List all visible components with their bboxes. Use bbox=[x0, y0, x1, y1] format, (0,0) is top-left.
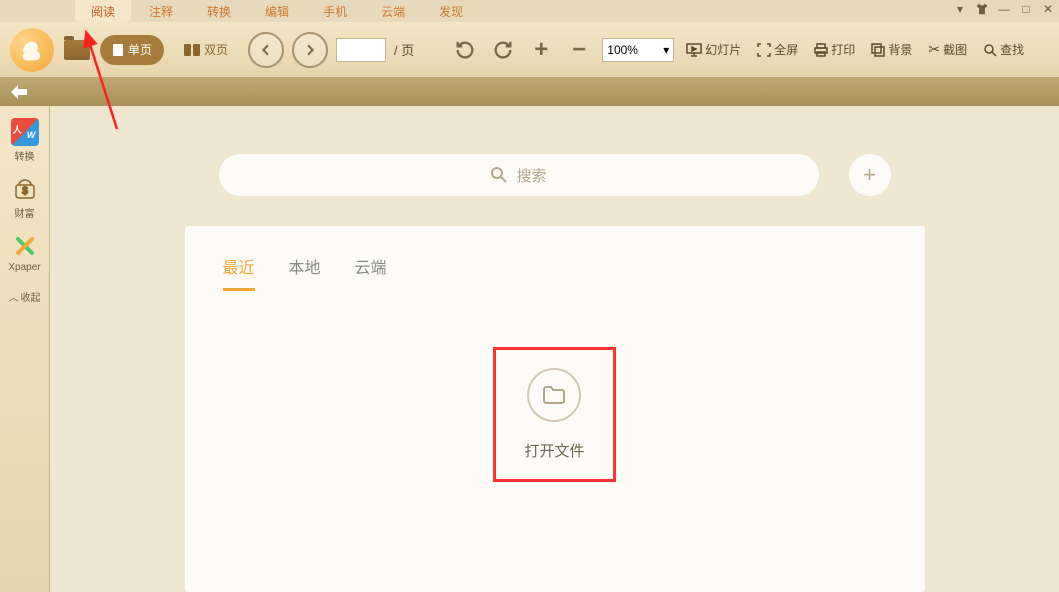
print-icon bbox=[814, 43, 828, 57]
find-label: 查找 bbox=[1000, 41, 1024, 58]
next-page-button[interactable] bbox=[292, 32, 328, 68]
find-button[interactable]: 查找 bbox=[979, 41, 1028, 58]
secondary-bar bbox=[0, 78, 1059, 106]
maximize-icon[interactable]: □ bbox=[1019, 2, 1033, 16]
zoom-in-button[interactable]: + bbox=[526, 35, 556, 65]
tab-edit[interactable]: 编辑 bbox=[249, 0, 305, 22]
search-icon bbox=[983, 43, 997, 57]
prev-page-button[interactable] bbox=[248, 32, 284, 68]
sidebar-item-xpaper[interactable]: Xpaper bbox=[5, 232, 45, 273]
collapse-label: 收起 bbox=[21, 289, 41, 304]
main-panel: 最近 本地 云端 打开文件 bbox=[185, 226, 925, 592]
tab-recent[interactable]: 最近 bbox=[223, 254, 255, 291]
zoom-value: 100% bbox=[607, 43, 638, 57]
toolbar: 单页 双页 / 页 + − 100% ▾ 幻灯片 全屏 打印 bbox=[0, 22, 1059, 78]
tab-convert[interactable]: 转换 bbox=[191, 0, 247, 22]
panel-tabs: 最近 本地 云端 bbox=[223, 254, 887, 291]
zoom-out-button[interactable]: − bbox=[564, 35, 594, 65]
page-number-input[interactable] bbox=[336, 38, 386, 62]
slideshow-button[interactable]: 幻灯片 bbox=[682, 41, 745, 58]
double-page-button[interactable]: 双页 bbox=[172, 35, 240, 65]
zoom-select[interactable]: 100% ▾ bbox=[602, 38, 674, 62]
undo-button[interactable] bbox=[450, 35, 480, 65]
background-icon bbox=[871, 43, 885, 57]
app-logo[interactable] bbox=[10, 28, 54, 72]
sidebar: 人W 转换 $ 财富 Xpaper ︿收起 bbox=[0, 106, 50, 592]
print-label: 打印 bbox=[831, 41, 855, 58]
tab-discover[interactable]: 发现 bbox=[423, 0, 479, 22]
sidebar-item-wealth[interactable]: $ 财富 bbox=[5, 175, 45, 220]
xpaper-icon bbox=[11, 232, 39, 260]
scissors-icon: ✂ bbox=[928, 41, 940, 58]
sidebar-collapse-button[interactable]: ︿收起 bbox=[9, 289, 41, 304]
single-page-label: 单页 bbox=[128, 41, 152, 58]
search-placeholder: 搜索 bbox=[516, 165, 546, 186]
wealth-icon: $ bbox=[11, 175, 39, 203]
content-area: 搜索 + 最近 本地 云端 打开文件 bbox=[50, 106, 1059, 592]
open-file-highlight: 打开文件 bbox=[493, 347, 615, 482]
svg-text:$: $ bbox=[22, 186, 28, 197]
add-button[interactable]: + bbox=[849, 154, 891, 196]
open-folder-button[interactable] bbox=[62, 35, 92, 65]
background-label: 背景 bbox=[888, 41, 912, 58]
slideshow-icon bbox=[686, 43, 702, 57]
sidebar-xpaper-label: Xpaper bbox=[8, 262, 40, 273]
print-button[interactable]: 打印 bbox=[810, 41, 859, 58]
plus-icon: + bbox=[863, 162, 876, 188]
folder-icon bbox=[542, 385, 566, 405]
screenshot-label: 截图 bbox=[943, 41, 967, 58]
search-input[interactable]: 搜索 bbox=[219, 154, 819, 196]
back-button[interactable] bbox=[10, 84, 28, 100]
slideshow-label: 幻灯片 bbox=[705, 41, 741, 58]
open-file-label: 打开文件 bbox=[524, 440, 584, 461]
tab-local[interactable]: 本地 bbox=[289, 254, 321, 291]
sidebar-wealth-label: 财富 bbox=[15, 205, 35, 220]
double-page-label: 双页 bbox=[204, 41, 228, 58]
page-label: / 页 bbox=[394, 40, 414, 59]
screenshot-button[interactable]: ✂ 截图 bbox=[924, 41, 971, 58]
single-page-button[interactable]: 单页 bbox=[100, 35, 164, 65]
shirt-icon[interactable] bbox=[975, 2, 989, 16]
fullscreen-label: 全屏 bbox=[774, 41, 798, 58]
redo-button[interactable] bbox=[488, 35, 518, 65]
chevron-up-icon: ︿ bbox=[9, 289, 19, 304]
sidebar-convert-label: 转换 bbox=[15, 148, 35, 163]
tab-read[interactable]: 阅读 bbox=[75, 0, 131, 22]
convert-icon: 人W bbox=[11, 118, 39, 146]
fullscreen-icon bbox=[757, 43, 771, 57]
tab-cloud-files[interactable]: 云端 bbox=[355, 254, 387, 291]
chevron-down-icon: ▾ bbox=[663, 43, 669, 57]
close-icon[interactable]: ✕ bbox=[1041, 2, 1055, 16]
tab-mobile[interactable]: 手机 bbox=[307, 0, 363, 22]
sidebar-item-convert[interactable]: 人W 转换 bbox=[5, 118, 45, 163]
tab-cloud[interactable]: 云端 bbox=[365, 0, 421, 22]
window-controls: ▾ — □ ✕ bbox=[953, 2, 1055, 16]
fullscreen-button[interactable]: 全屏 bbox=[753, 41, 802, 58]
tab-annotate[interactable]: 注释 bbox=[133, 0, 189, 22]
titlebar: 阅读 注释 转换 编辑 手机 云端 发现 ▾ — □ ✕ bbox=[0, 0, 1059, 22]
dropdown-icon[interactable]: ▾ bbox=[953, 2, 967, 16]
search-icon bbox=[490, 166, 508, 184]
minimize-icon[interactable]: — bbox=[997, 2, 1011, 16]
background-button[interactable]: 背景 bbox=[867, 41, 916, 58]
open-file-button[interactable] bbox=[527, 368, 581, 422]
